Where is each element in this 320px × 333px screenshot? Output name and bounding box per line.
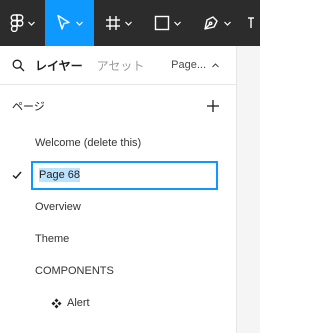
move-tool-button[interactable] xyxy=(45,0,94,46)
add-page-button[interactable] xyxy=(206,99,220,113)
tab-layers[interactable]: レイヤー xyxy=(35,57,83,74)
pen-tool-button[interactable] xyxy=(192,0,241,46)
text-tool-partial-icon xyxy=(248,17,254,28)
toolbar xyxy=(0,0,260,46)
page-item-welcome[interactable]: Welcome (delete this) xyxy=(0,127,236,159)
page-item-page-68[interactable]: Page 68 xyxy=(0,159,236,191)
chevron-up-icon xyxy=(212,62,219,67)
pages-header: ページ xyxy=(0,85,236,127)
page-label: Theme xyxy=(35,233,70,245)
frame-tool-button[interactable] xyxy=(94,0,143,46)
toolbar-overflow[interactable] xyxy=(241,0,257,46)
tab-assets[interactable]: アセット xyxy=(97,57,145,74)
page-label: Overview xyxy=(35,201,81,213)
component-icon xyxy=(51,298,62,308)
page-label: COMPONENTS xyxy=(35,265,114,277)
shape-tool-button[interactable] xyxy=(143,0,192,46)
page-label: Welcome (delete this) xyxy=(35,137,142,149)
selected-text: Page 68 xyxy=(39,168,80,182)
figma-logo-icon xyxy=(10,14,23,32)
page-label: Alert xyxy=(67,297,90,309)
current-page-label: Page... xyxy=(171,59,206,71)
page-item-components[interactable]: COMPONENTS xyxy=(0,255,236,287)
plus-icon xyxy=(207,100,219,112)
cursor-arrow-icon xyxy=(56,14,70,30)
search-icon[interactable] xyxy=(12,59,25,72)
left-panel: レイヤー アセット Page... ページ Welcome (delete th… xyxy=(0,46,236,333)
chevron-down-icon xyxy=(75,21,83,26)
page-item-overview[interactable]: Overview xyxy=(0,191,236,223)
pen-tool-icon xyxy=(203,16,218,30)
canvas-edge xyxy=(236,46,260,333)
page-switcher[interactable]: Page... xyxy=(171,46,220,84)
frame-hash-icon xyxy=(105,16,120,30)
page-rename-input[interactable]: Page 68 xyxy=(31,160,218,190)
rectangle-icon xyxy=(154,15,169,31)
pages-title: ページ xyxy=(12,101,45,113)
page-list: Welcome (delete this) Page 68 Overview T… xyxy=(0,127,236,319)
main-menu-button[interactable] xyxy=(0,0,45,46)
checkmark-icon xyxy=(12,171,22,179)
chevron-down-icon xyxy=(27,21,35,26)
panel-tabs: レイヤー アセット Page... xyxy=(0,46,236,84)
page-item-alert[interactable]: Alert xyxy=(0,287,236,319)
page-item-theme[interactable]: Theme xyxy=(0,223,236,255)
chevron-down-icon xyxy=(173,21,181,26)
chevron-down-icon xyxy=(124,21,132,26)
chevron-down-icon xyxy=(223,21,231,26)
